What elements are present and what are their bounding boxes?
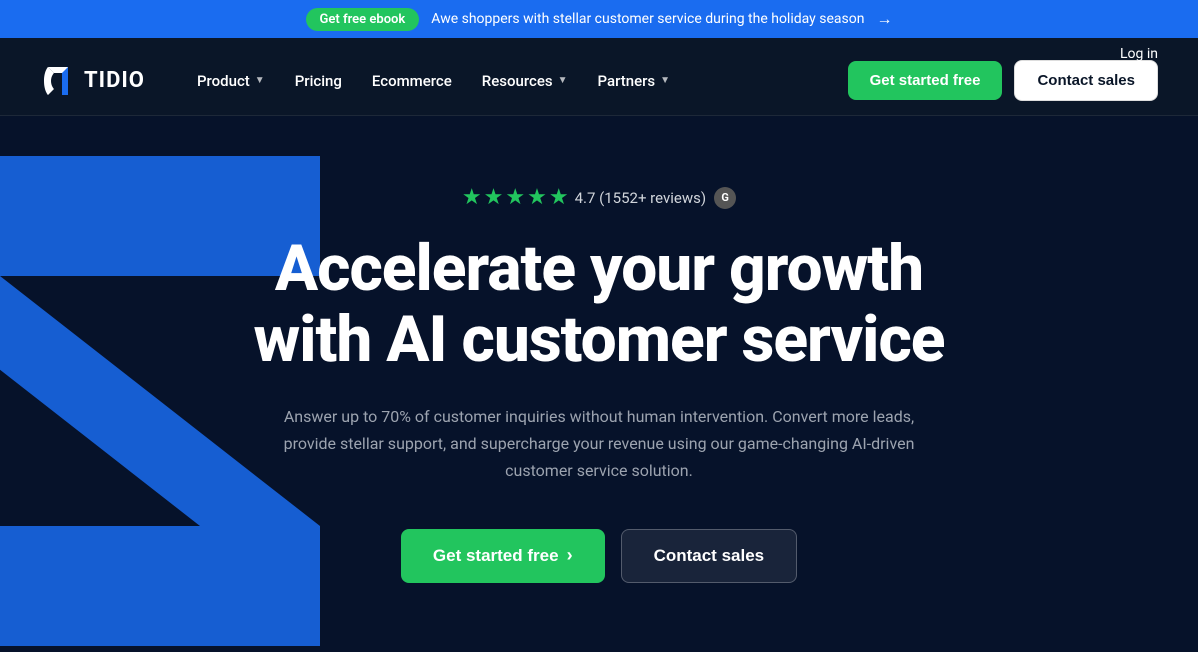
star-rating: ★ ★ ★ ★ ★ — [462, 185, 569, 210]
header-top-section: Log in — [0, 38, 1198, 46]
hero-contact-sales-button[interactable]: Contact sales — [621, 529, 798, 583]
product-chevron-icon: ▼ — [255, 75, 265, 86]
top-banner-arrow: → — [876, 9, 892, 29]
hero-title: Accelerate your growthwith AI customer s… — [254, 234, 945, 375]
nav-item-partners[interactable]: Partners ▼ — [586, 64, 683, 98]
hero-subtitle: Answer up to 70% of customer inquiries w… — [279, 403, 919, 485]
hero-rating: ★ ★ ★ ★ ★ 4.7 (1552+ reviews) G — [254, 185, 945, 210]
capterra-icon: G — [714, 187, 736, 209]
header-right: Get started free Contact sales — [848, 60, 1158, 101]
logo[interactable]: TIDIO — [40, 63, 145, 99]
star-4: ★ — [527, 185, 547, 210]
hero-cta-buttons: Get started free › Contact sales — [254, 529, 945, 583]
nav-item-ecommerce[interactable]: Ecommerce — [360, 64, 464, 98]
arrow-icon: › — [567, 545, 573, 566]
star-2: ★ — [484, 185, 504, 210]
hero-section: ★ ★ ★ ★ ★ 4.7 (1552+ reviews) G Accelera… — [0, 116, 1198, 652]
resources-chevron-icon: ▼ — [558, 75, 568, 86]
star-1: ★ — [462, 185, 482, 210]
top-banner: Get free ebook Awe shoppers with stellar… — [0, 0, 1198, 38]
login-link[interactable]: Log in — [1120, 46, 1158, 62]
nav-item-resources[interactable]: Resources ▼ — [470, 64, 580, 98]
top-banner-cta[interactable]: Get free ebook — [306, 8, 420, 31]
top-banner-text: Awe shoppers with stellar customer servi… — [431, 11, 864, 27]
hero-content: ★ ★ ★ ★ ★ 4.7 (1552+ reviews) G Accelera… — [254, 185, 945, 582]
nav-item-product[interactable]: Product ▼ — [185, 64, 277, 98]
header-get-started-button[interactable]: Get started free — [848, 61, 1003, 100]
main-nav: Product ▼ Pricing Ecommerce Resources ▼ … — [185, 64, 682, 98]
star-5: ★ — [549, 185, 569, 210]
header-left: TIDIO Product ▼ Pricing Ecommerce Resour… — [40, 63, 682, 99]
logo-text: TIDIO — [84, 68, 145, 93]
header: TIDIO Product ▼ Pricing Ecommerce Resour… — [0, 46, 1198, 116]
nav-item-pricing[interactable]: Pricing — [283, 64, 354, 98]
header-contact-sales-button[interactable]: Contact sales — [1014, 60, 1158, 101]
partners-chevron-icon: ▼ — [660, 75, 670, 86]
hero-get-started-button[interactable]: Get started free › — [401, 529, 605, 583]
rating-text: 4.7 (1552+ reviews) — [575, 189, 707, 207]
star-3: ★ — [505, 185, 525, 210]
logo-icon — [40, 63, 76, 99]
